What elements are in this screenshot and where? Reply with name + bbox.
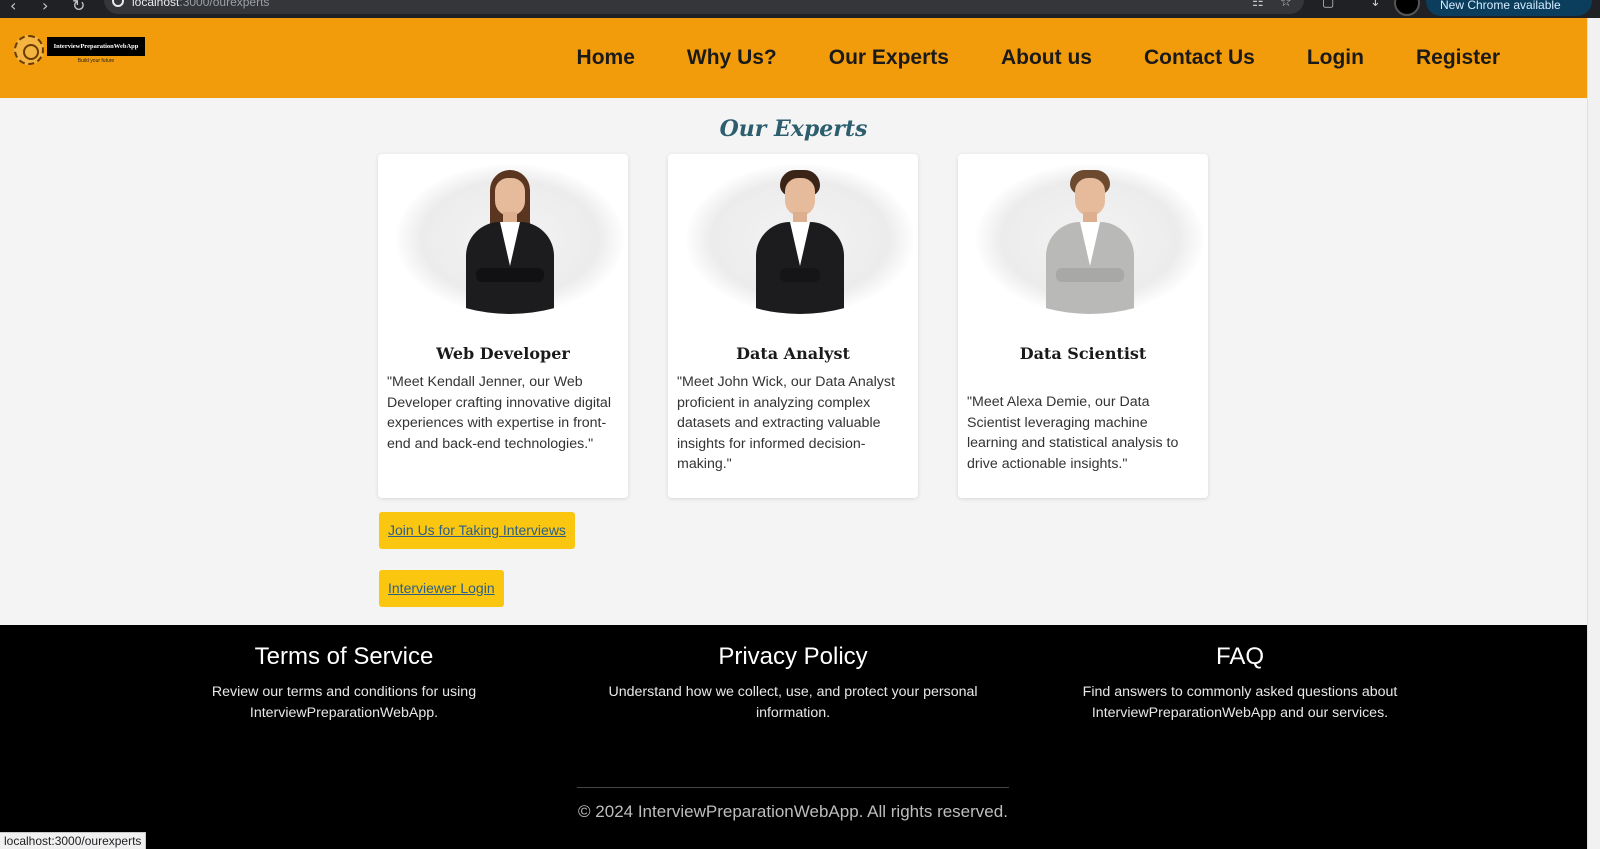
- expert-description: "Meet Alexa Demie, our Data Scientist le…: [967, 394, 1179, 472]
- site-footer: Terms of Service Review our terms and co…: [0, 625, 1587, 849]
- interviewer-login-button[interactable]: Interviewer Login: [379, 570, 504, 607]
- expert-photo: [686, 164, 914, 314]
- extensions-icon[interactable]: ▢: [1322, 0, 1334, 10]
- expert-card-web-developer: Web Developer "Meet Kendall Jenner, our …: [378, 154, 628, 498]
- person-portrait: [462, 170, 558, 314]
- main-nav: Home Why Us? Our Experts About us Contac…: [577, 18, 1500, 98]
- expert-role: Data Analyst: [736, 344, 850, 363]
- nav-home[interactable]: Home: [577, 46, 635, 70]
- footer-faq-text: Find answers to commonly asked questions…: [1082, 684, 1398, 721]
- bookmark-star-icon[interactable]: ☆: [1280, 0, 1292, 10]
- footer-privacy: Privacy Policy Understand how we collect…: [608, 643, 978, 723]
- copyright: © 2024 InterviewPreparationWebApp. All r…: [578, 802, 1008, 821]
- logo-tagline: Build your future: [77, 58, 115, 64]
- person-portrait: [1042, 170, 1138, 314]
- footer-divider: [577, 787, 1009, 788]
- nav-about-us[interactable]: About us: [1001, 46, 1092, 70]
- nav-login[interactable]: Login: [1307, 46, 1364, 70]
- experts-grid: Web Developer "Meet Kendall Jenner, our …: [378, 154, 1208, 498]
- address-bar-url[interactable]: localhost:3000/ourexperts: [132, 0, 269, 9]
- logo-seal-icon: [14, 35, 44, 65]
- profile-avatar[interactable]: [1394, 0, 1420, 16]
- nav-contact-us[interactable]: Contact Us: [1144, 46, 1255, 70]
- expert-photo: [976, 164, 1204, 314]
- expert-description: "Meet Kendall Jenner, our Web Developer …: [387, 374, 611, 452]
- footer-privacy-text: Understand how we collect, use, and prot…: [608, 684, 978, 721]
- back-icon[interactable]: ‹: [10, 0, 16, 15]
- downloads-icon[interactable]: ↓: [1370, 0, 1381, 10]
- browser-toolbar: ‹ › ↻ localhost:3000/ourexperts ⚏ ☆ ▢ ↓ …: [0, 0, 1600, 18]
- footer-faq-title[interactable]: FAQ: [1080, 643, 1400, 671]
- logo-text: InterviewPreparationWebApp: [47, 37, 145, 56]
- expert-card-data-analyst: Data Analyst "Meet John Wick, our Data A…: [668, 154, 918, 498]
- expert-description: "Meet John Wick, our Data Analyst profic…: [677, 374, 895, 472]
- site-logo[interactable]: InterviewPreparationWebApp Build your fu…: [14, 35, 146, 67]
- footer-faq: FAQ Find answers to commonly asked quest…: [1080, 643, 1400, 723]
- person-portrait: [752, 170, 848, 314]
- join-interviews-button[interactable]: Join Us for Taking Interviews: [379, 512, 575, 549]
- nav-why-us[interactable]: Why Us?: [687, 46, 777, 70]
- nav-our-experts[interactable]: Our Experts: [829, 46, 949, 70]
- expert-role: Data Scientist: [1019, 344, 1147, 363]
- status-bar-url: localhost:3000/ourexperts: [0, 832, 147, 849]
- page-title: Our Experts: [719, 116, 868, 142]
- page-scrollbar[interactable]: [1587, 18, 1600, 849]
- expert-role: Web Developer: [436, 344, 570, 363]
- nav-register[interactable]: Register: [1416, 46, 1500, 70]
- site-header: InterviewPreparationWebApp Build your fu…: [0, 18, 1587, 98]
- expert-photo: [396, 164, 624, 314]
- chrome-update-button[interactable]: New Chrome available: [1426, 0, 1592, 16]
- footer-terms-text: Review our terms and conditions for usin…: [211, 684, 477, 721]
- forward-icon[interactable]: ›: [42, 0, 48, 15]
- address-bar[interactable]: [104, 0, 1304, 14]
- footer-terms-title[interactable]: Terms of Service: [199, 643, 489, 671]
- footer-terms: Terms of Service Review our terms and co…: [199, 643, 489, 723]
- translate-icon[interactable]: ⚏: [1252, 0, 1264, 10]
- reload-icon[interactable]: ↻: [72, 0, 85, 15]
- footer-privacy-title[interactable]: Privacy Policy: [608, 643, 978, 671]
- expert-card-data-scientist: Data Scientist "Meet Alexa Demie, our Da…: [958, 154, 1208, 498]
